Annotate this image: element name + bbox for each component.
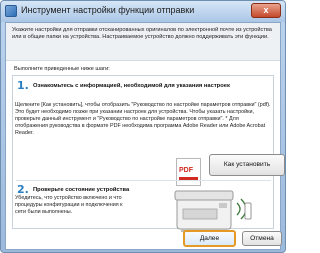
cancel-button[interactable]: Отмена bbox=[242, 231, 282, 246]
how-to-install-button[interactable]: Как установить bbox=[209, 154, 285, 176]
dialog-content: Укажите настройки для отправки отсканиро… bbox=[5, 22, 285, 250]
step-divider bbox=[16, 180, 271, 181]
title-bar: Инструмент настройки функции отправки x bbox=[1, 1, 285, 22]
window-title: Инструмент настройки функции отправки bbox=[21, 5, 195, 15]
step2-title: Проверьте состояние устройства bbox=[33, 187, 130, 193]
dialog-window: Инструмент настройки функции отправки x … bbox=[0, 0, 286, 253]
pdf-icon: PDF bbox=[176, 158, 201, 186]
intro-text: Выполните приведенные ниже шаги: bbox=[14, 66, 110, 72]
info-text: Укажите настройки для отправки отсканиро… bbox=[12, 27, 272, 41]
step2-body: Убедитесь, что устройство включено и что… bbox=[15, 195, 123, 215]
next-button[interactable]: Далее bbox=[183, 230, 236, 247]
app-icon bbox=[5, 5, 17, 17]
info-band: Укажите настройки для отправки отсканиро… bbox=[6, 23, 280, 61]
step1-body: Щелкните [Как установить], чтобы отобраз… bbox=[15, 102, 271, 136]
step1-number: 1. bbox=[17, 79, 29, 92]
close-button[interactable]: x bbox=[251, 3, 281, 18]
pdf-icon-label: PDF bbox=[179, 167, 193, 174]
step1-title: Ознакомьтесь с информацией, необходимой … bbox=[33, 83, 230, 89]
printer-icon bbox=[174, 190, 252, 232]
